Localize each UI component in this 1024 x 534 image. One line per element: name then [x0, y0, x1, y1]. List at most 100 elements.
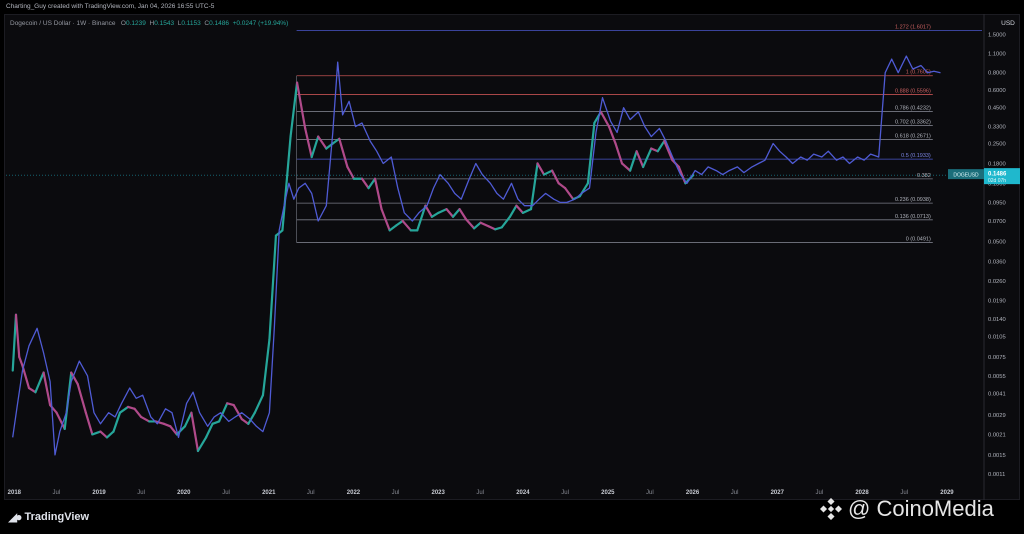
y-tick-label: 0.0260 — [988, 279, 1006, 285]
price-candle — [620, 162, 632, 172]
price-candle — [557, 182, 567, 190]
price-candle — [416, 204, 427, 232]
currency-label: USD — [1001, 20, 1015, 27]
x-tick-label: Jul — [137, 490, 145, 496]
price-candle — [458, 208, 468, 221]
price-candle — [99, 430, 109, 439]
high-value: 0.1543 — [154, 20, 175, 27]
projection-line — [12, 55, 941, 456]
x-tick-label: 2020 — [177, 490, 191, 496]
fib-retracement[interactable]: 1.272 (1.6017)1 (0.7605)0.888 (0.5596)0.… — [296, 24, 982, 243]
y-tick-label: 0.3300 — [988, 125, 1006, 131]
price-candle — [346, 165, 356, 180]
price-candle — [48, 403, 58, 414]
price-candle — [261, 338, 271, 397]
price-candle — [91, 430, 102, 436]
fib-level-label: 1.272 (1.6017) — [895, 24, 931, 30]
price-candle — [133, 407, 143, 419]
price-axis[interactable]: USD 1.5000 1.1000 0.8000 0.6000 0.4500 0.3300 0… — [983, 14, 1015, 500]
y-tick-label: 0.0360 — [988, 259, 1006, 265]
y-tick-label: 0.0015 — [988, 453, 1006, 459]
watermark-text: @ CoinoMedia — [848, 496, 994, 521]
x-tick-label: Jul — [731, 490, 739, 496]
candles-layer — [11, 81, 695, 453]
price-candle — [515, 204, 524, 214]
time-axis[interactable]: 2018 Jul 2019 Jul 2020 Jul 2021 Jul 2022 Jul 2023 J… — [8, 490, 955, 496]
y-tick-label: 1.1000 — [988, 51, 1006, 57]
x-tick-label: 2018 — [8, 490, 22, 496]
y-tick-label: 0.0011 — [988, 472, 1005, 478]
fib-level-label: 0.382 — [917, 173, 931, 179]
price-candle — [84, 411, 94, 436]
projection-line-layer — [12, 55, 941, 456]
price-chart[interactable]: 1.272 (1.6017)1 (0.7605)0.888 (0.5596)0.… — [0, 0, 1024, 500]
tradingview-logo-text: TradingView — [24, 511, 90, 523]
price-candle — [317, 135, 328, 150]
price-candle — [656, 139, 666, 153]
price-tag-countdown: 02d 07h — [988, 178, 1006, 184]
x-tick-label: Jul — [222, 490, 230, 496]
price-candle — [424, 204, 434, 218]
x-tick-label: 2027 — [771, 490, 785, 496]
price-candle — [112, 411, 122, 433]
fib-level-label: 0.136 (0.0713) — [895, 214, 931, 220]
symbol-tag-text: DOGEUSD — [953, 173, 979, 179]
price-candle — [360, 177, 370, 190]
binance-logo-icon — [820, 498, 842, 520]
y-tick-label: 0.0700 — [988, 219, 1006, 225]
price-candle — [18, 355, 24, 367]
price-candle — [551, 169, 560, 185]
price-candle — [445, 208, 455, 218]
fib-level-label: 0.236 (0.0938) — [895, 197, 931, 203]
price-candle — [14, 313, 21, 359]
price-candle — [388, 224, 398, 232]
x-tick-label: 2021 — [262, 490, 276, 496]
y-tick-label: 0.4500 — [988, 106, 1006, 112]
x-tick-label: 2022 — [347, 490, 361, 496]
price-candle — [183, 411, 193, 428]
x-tick-label: Jul — [392, 490, 400, 496]
price-candle — [11, 313, 18, 372]
price-candle — [27, 386, 37, 394]
open-value: 0.1239 — [125, 20, 146, 27]
symbol-name: Dogecoin / US Dollar · 1W · Binance — [10, 20, 116, 27]
price-candle — [395, 219, 404, 227]
price-candle — [289, 81, 299, 138]
price-candle — [614, 142, 624, 165]
price-candle — [401, 219, 412, 232]
y-tick-label: 0.0500 — [988, 239, 1006, 245]
price-candle — [304, 127, 313, 159]
y-tick-label: 0.8000 — [988, 71, 1006, 77]
price-candle — [536, 162, 546, 176]
y-tick-label: 0.0041 — [988, 392, 1006, 398]
y-tick-label: 0.0140 — [988, 317, 1006, 323]
x-tick-label: 2023 — [431, 490, 445, 496]
fib-level-label: 0.888 (0.5596) — [895, 88, 931, 94]
price-candle — [464, 218, 476, 230]
y-tick-label: 0.0950 — [988, 200, 1006, 206]
x-tick-label: 2019 — [92, 490, 106, 496]
price-candle — [105, 430, 115, 439]
x-tick-label: Jul — [53, 490, 61, 496]
price-candle — [240, 418, 250, 425]
fib-level-label: 0.5 (0.1933) — [901, 153, 931, 159]
change-value: +0.0247 (+19.94%) — [232, 20, 289, 27]
price-candle — [253, 394, 265, 414]
price-candle — [196, 436, 208, 453]
x-tick-label: Jul — [476, 490, 484, 496]
x-tick-label: 2026 — [686, 490, 700, 496]
price-candle — [338, 137, 349, 169]
low-value: 0.1153 — [181, 20, 201, 27]
x-tick-label: 2025 — [601, 490, 615, 496]
price-candle — [430, 211, 440, 218]
price-tag-layer: DOGEUSD 0.148602d 07h — [6, 168, 1020, 185]
tradingview-logo[interactable]: ◢● TradingView — [8, 510, 89, 524]
y-tick-label: 0.0075 — [988, 355, 1006, 361]
x-tick-label: Jul — [307, 490, 315, 496]
fib-level-label: 0.618 (0.2671) — [895, 133, 931, 139]
price-candle — [190, 411, 200, 453]
tradingview-logo-icon: ◢● — [8, 510, 23, 524]
fib-level-label: 0 (0.0491) — [906, 237, 931, 243]
price-candle — [479, 221, 490, 228]
y-tick-label: 1.5000 — [988, 32, 1006, 38]
